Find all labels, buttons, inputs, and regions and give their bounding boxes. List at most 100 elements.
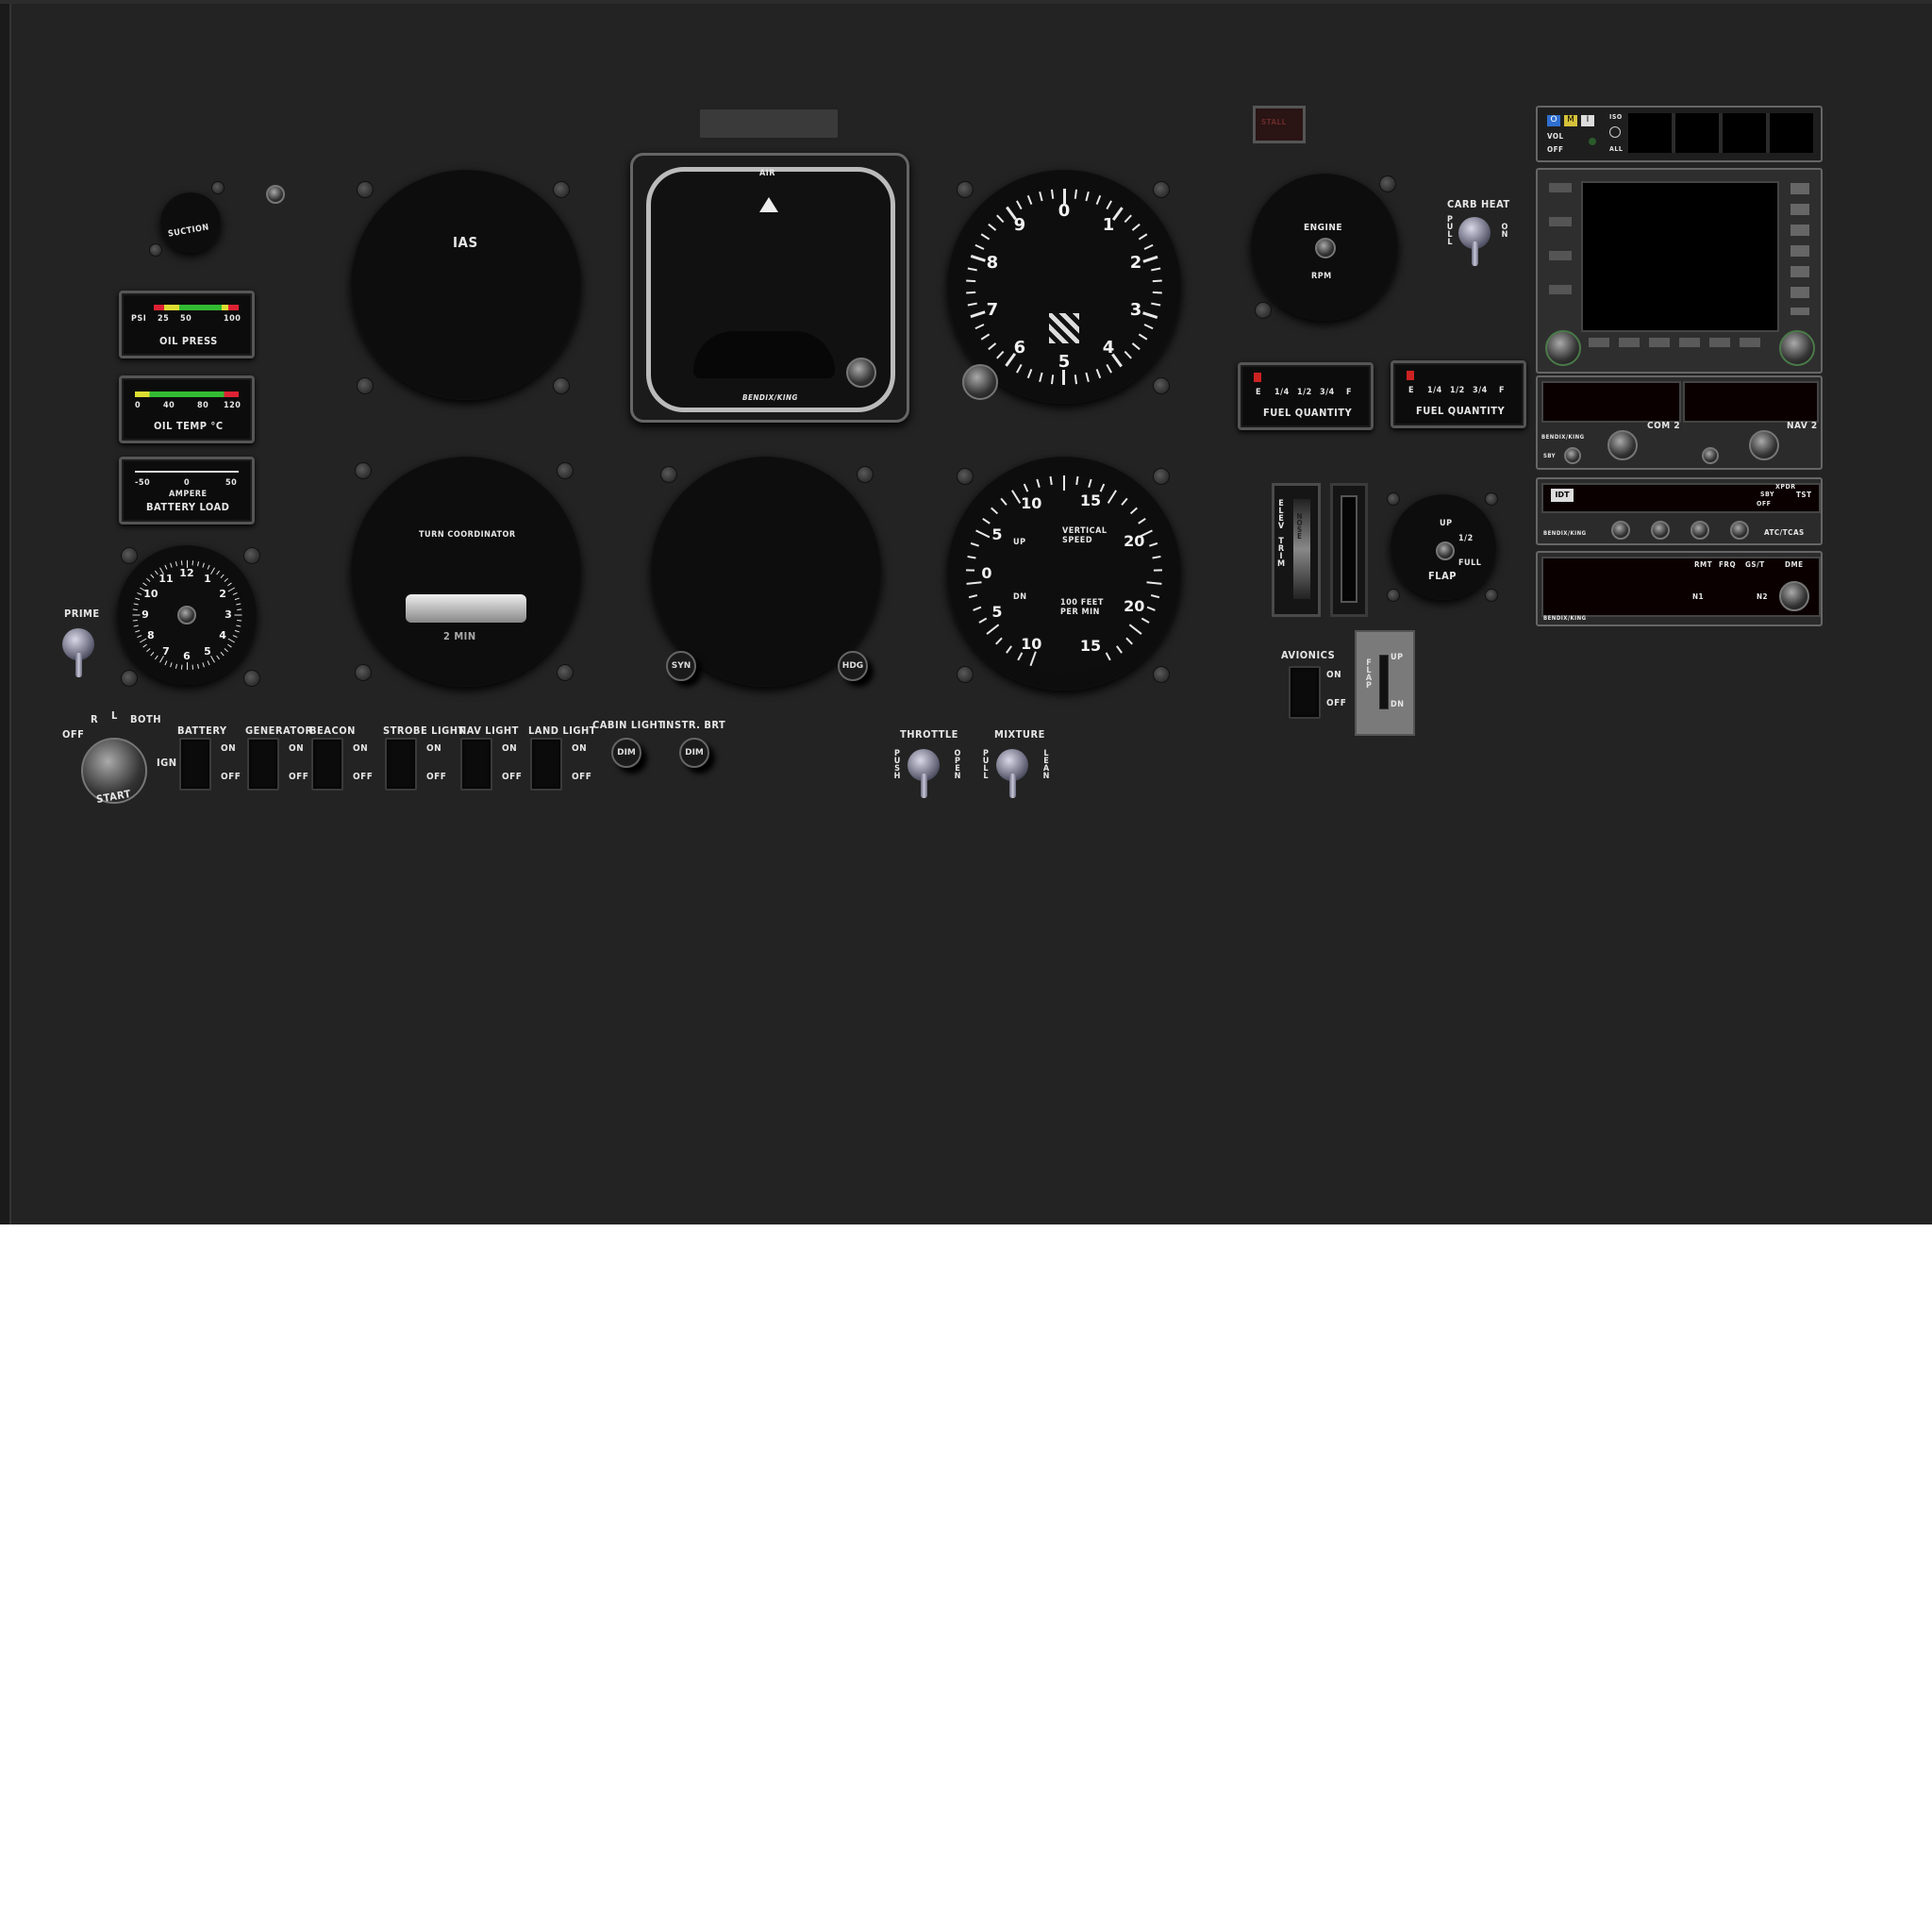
cabin-light-label: CABIN LIGHT <box>592 719 665 731</box>
hdg-knob[interactable]: HDG <box>838 651 868 681</box>
audio-all: ALL <box>1609 145 1624 153</box>
screw <box>1255 302 1272 319</box>
screw <box>121 670 138 687</box>
switch-on-label: ON <box>353 743 369 754</box>
throttle-control[interactable] <box>908 749 940 798</box>
audio-vol: VOL <box>1547 132 1564 141</box>
dme-mode-knob[interactable] <box>1779 581 1809 611</box>
clock-number: 11 <box>158 573 174 586</box>
flap-lever-label: FLAP <box>1364 658 1374 689</box>
xpdr-ident-button[interactable]: IDT <box>1551 489 1574 502</box>
window-edge <box>0 4 11 1224</box>
oil-temp-tick-120: 120 <box>224 401 242 410</box>
carb-heat-on: ON <box>1500 223 1509 238</box>
throttle-label: THROTTLE <box>900 728 958 741</box>
screw <box>243 547 260 564</box>
screw <box>355 664 372 681</box>
flap-lever-dn: DN <box>1391 700 1405 709</box>
dme-display <box>1541 557 1821 617</box>
syn-knob[interactable]: SYN <box>666 651 696 681</box>
audio-o-key[interactable]: O <box>1547 115 1560 126</box>
xpdr-code-knob-1[interactable] <box>1611 521 1630 540</box>
dme-unit: RMT FRQ GS/T DME N1 N2 BENDIX/KING <box>1536 551 1823 626</box>
com-freq-knob[interactable] <box>1607 430 1638 460</box>
elevator-trim-wheel[interactable] <box>1330 483 1368 617</box>
toggle-switch-generator[interactable] <box>247 738 279 791</box>
screw <box>557 462 574 479</box>
elevator-trim-indicator: ELEV TRIM NOSE <box>1272 483 1321 617</box>
com-display <box>1541 381 1681 423</box>
xpdr-code-knob-3[interactable] <box>1690 521 1709 540</box>
toggle-switch-nav-light[interactable] <box>460 738 492 791</box>
attitude-indicator: AIR BENDIX/KING <box>630 153 909 423</box>
xpdr-atc-label: ATC/TCAS <box>1764 528 1805 537</box>
fuel-right-tick-34: 3/4 <box>1473 386 1488 395</box>
screw <box>553 377 570 394</box>
suction-adjust-knob[interactable] <box>266 185 285 204</box>
audio-iso-button[interactable] <box>1609 126 1621 138</box>
fuel-right-tick-14: 1/4 <box>1427 386 1442 395</box>
vsi-number: 5 <box>991 525 1003 544</box>
oil-temp-scale-bar <box>135 391 239 397</box>
com-nav-radio: COM 2 NAV 2 BENDIX/KING SBY <box>1536 375 1823 470</box>
audio-i-key[interactable]: I <box>1581 115 1594 126</box>
nav-freq-knob[interactable] <box>1749 430 1779 460</box>
com-nav-brand: BENDIX/KING <box>1541 434 1585 441</box>
battery-tick-50: 50 <box>225 478 238 488</box>
instrument-panel: SUCTION PSI 25 50 100 OIL PRESS 0 40 80 … <box>0 0 1932 1224</box>
instr-brt-label: INSTR. BRT <box>662 719 726 731</box>
gps-left-knob[interactable] <box>1545 330 1581 366</box>
prime-toggle[interactable] <box>62 628 94 677</box>
oil-temp-title: OIL TEMP °C <box>154 420 224 432</box>
screw <box>211 181 225 194</box>
toggle-switch-land-light[interactable] <box>530 738 562 791</box>
oil-temp-tick-40: 40 <box>163 401 175 410</box>
altimeter-baro-knob[interactable] <box>962 364 998 400</box>
gps-right-knob[interactable] <box>1779 330 1815 366</box>
clock-number: 8 <box>147 629 155 642</box>
switch-off-label: OFF <box>572 772 592 782</box>
fuel-left-tick-f: F <box>1346 388 1353 397</box>
oil-press-tick-100: 100 <box>224 314 242 324</box>
engine-label: ENGINE <box>1304 223 1343 233</box>
vsi-number: 15 <box>1079 491 1102 510</box>
stall-label: STALL <box>1261 118 1287 126</box>
attitude-adjust-knob[interactable] <box>846 358 876 388</box>
elev-trim-label: ELEV TRIM <box>1276 499 1286 567</box>
flap-gauge-center <box>1436 541 1455 560</box>
toggle-switch-battery[interactable] <box>179 738 211 791</box>
instr-brt-dimmer[interactable]: DIM <box>679 738 709 768</box>
altimeter-number: 3 <box>1129 299 1142 320</box>
vsi-title: VERTICAL SPEED <box>1062 526 1108 545</box>
xpdr-code-knob-4[interactable] <box>1730 521 1749 540</box>
toggle-switch-beacon[interactable] <box>311 738 343 791</box>
audio-m-key[interactable]: M <box>1564 115 1577 126</box>
fuel-right-tick-f: F <box>1499 386 1506 395</box>
nav-volume-knob[interactable] <box>1702 447 1719 464</box>
clock-number: 12 <box>179 567 194 580</box>
carb-heat-toggle[interactable] <box>1458 217 1491 266</box>
oil-press-tick-50: 50 <box>180 314 192 324</box>
altimeter-hatch-icon <box>1049 313 1079 343</box>
dme-brand: BENDIX/KING <box>1543 615 1587 622</box>
cabin-light-dimmer[interactable]: DIM <box>611 738 641 768</box>
gps-softkeys[interactable] <box>1589 338 1768 347</box>
avionics-off: OFF <box>1326 698 1347 708</box>
toggle-switch-strobe-light[interactable] <box>385 738 417 791</box>
audio-selector-grid[interactable] <box>1628 113 1813 153</box>
magneto-off: OFF <box>62 728 85 741</box>
gps-left-buttons[interactable] <box>1549 183 1572 315</box>
nav-display <box>1683 381 1819 423</box>
mixture-control[interactable] <box>996 749 1028 798</box>
screw <box>1153 666 1170 683</box>
screw <box>1485 492 1498 506</box>
com-volume-knob[interactable] <box>1564 447 1581 464</box>
magneto-ign: IGN <box>157 757 177 769</box>
avionics-switch[interactable] <box>1289 666 1321 719</box>
gps-right-buttons[interactable] <box>1790 183 1809 315</box>
magneto-l: L <box>111 709 118 722</box>
screw <box>557 664 574 681</box>
screw <box>957 666 974 683</box>
xpdr-code-knob-2[interactable] <box>1651 521 1670 540</box>
flap-lever[interactable] <box>1379 655 1389 709</box>
